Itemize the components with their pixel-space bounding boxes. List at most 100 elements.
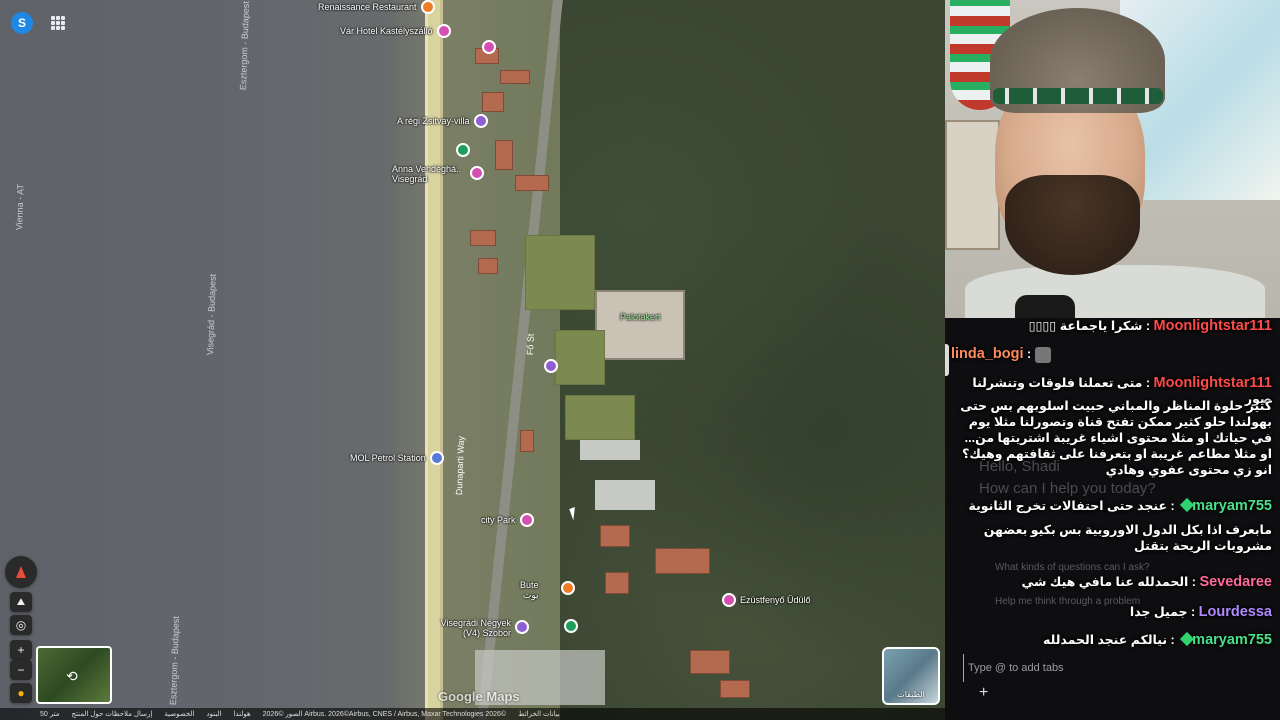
map-footer: 50 متر إرسال ملاحظات حول المنتج الخصوصية…	[0, 708, 945, 720]
chat-message: Moonlightstar111 : شكرا ياجماعة ▯▯▯▯	[950, 318, 1272, 334]
footer-link[interactable]: بيانات الخرائط	[518, 710, 560, 718]
compass-button[interactable]	[5, 556, 37, 588]
chat-username[interactable]: Lourdessa	[1199, 604, 1272, 620]
chat-sep: :	[1167, 499, 1179, 513]
wall-frame	[945, 120, 1000, 250]
chat-sep: :	[1187, 605, 1199, 619]
road-label-fo-st: Fő St	[525, 333, 536, 356]
chat-text: عنجد حتى احتفالات تخرج الثانوية	[968, 499, 1168, 513]
river-label-vienna: Vienna - AT	[14, 183, 26, 231]
hotel-pin-icon[interactable]	[470, 166, 484, 180]
footer-link[interactable]: الخصوصية	[164, 710, 194, 718]
zoom-in-button[interactable]: +	[10, 640, 32, 660]
footer-link[interactable]: البنود	[206, 710, 221, 718]
emote-icon	[1034, 346, 1051, 363]
chat-username[interactable]: maryam755	[1192, 498, 1272, 514]
poi-city-park[interactable]: city Park	[481, 513, 534, 527]
building	[482, 92, 504, 112]
fuel-pin-icon	[429, 451, 444, 465]
park-pin-icon[interactable]	[456, 143, 470, 157]
stream-chat: Hello, Shadi How can I help you today? W…	[945, 318, 1280, 720]
poi-label: Bute	[520, 580, 539, 590]
poi-label: Vár Hotel Kastélyszálló	[340, 26, 433, 36]
pegman-icon: ●	[17, 686, 25, 700]
hotel-pin-icon	[722, 593, 736, 607]
chat-message: maryam755 : نيالكم عنجد الحمدلله	[950, 631, 1272, 648]
building	[690, 650, 730, 674]
google-maps-watermark: Google Maps	[438, 689, 520, 704]
chat-sep: :	[1142, 319, 1154, 333]
chat-username[interactable]: Sevedaree	[1199, 574, 1272, 590]
garden	[565, 395, 635, 440]
landmark-pin-icon	[473, 114, 488, 128]
restaurant-pin-icon	[420, 0, 435, 14]
poi-negyek[interactable]: Visegrádi Négyek (V4) Szobor	[436, 618, 511, 638]
poi-anna[interactable]: Anna Vendéghá.. Visegrád	[392, 164, 472, 184]
chat-message: Sevedaree : الحمدلله عنا مافي هيك شي	[950, 574, 1272, 590]
chat-username[interactable]: maryam755	[1192, 632, 1272, 648]
poi-label: city Park	[481, 515, 516, 525]
poi-renaissance[interactable]: Renaissance Restaurant	[318, 0, 435, 14]
poi-var-hotel[interactable]: Vár Hotel Kastélyszálló	[340, 24, 451, 38]
add-button[interactable]: +	[979, 684, 988, 702]
my-location-button[interactable]: ◎	[10, 615, 32, 635]
layers-label: الطبقات	[897, 690, 925, 699]
chat-text: مابعرف اذا بكل الدول الاوروبية بس بكيو ب…	[983, 523, 1272, 553]
chat-message-continued: كثير حلوة المناظر والمباني حبيت اسلوبهم …	[950, 398, 1272, 478]
compass-icon	[16, 566, 26, 578]
layers-button[interactable]: الطبقات	[882, 647, 940, 705]
tilt-button[interactable]: ⛰	[10, 592, 32, 612]
poi-bute[interactable]: Bute بوت	[520, 580, 539, 601]
footer-link[interactable]: هولندا	[233, 710, 250, 718]
suggestion-chip[interactable]: What kinds of questions can I ask?	[995, 562, 1150, 573]
danube-river	[0, 0, 420, 720]
rotate-360-icon: ⟲	[66, 668, 78, 684]
road-label-dunaparti: Dunaparti Way	[454, 435, 467, 496]
footer-link[interactable]: إرسال ملاحظات حول المنتج	[71, 710, 152, 718]
panel-handle[interactable]	[945, 344, 949, 376]
chat-message: Lourdessa : جميل جدا	[950, 604, 1272, 620]
chat-sep: :	[1142, 376, 1154, 390]
account-avatar[interactable]: S	[11, 12, 33, 34]
poi-label: A régi Zsitvay-villa	[397, 116, 470, 126]
street-view-thumbnail[interactable]: ⟲	[36, 646, 112, 704]
poi-label-ar: بوت	[522, 590, 539, 600]
poi-palotakert[interactable]: Palotakert	[620, 312, 661, 322]
chat-text: شكرا ياجماعة ▯▯▯▯	[1028, 319, 1143, 333]
royal-palace	[595, 290, 685, 360]
building	[495, 140, 513, 170]
chat-username[interactable]: Moonlightstar111	[1154, 375, 1272, 391]
main-road	[425, 0, 443, 720]
landmark-pin-icon[interactable]	[515, 620, 529, 634]
chat-message: linda_bogi :	[951, 346, 1272, 363]
garden	[525, 235, 595, 310]
building	[655, 548, 710, 574]
building	[515, 175, 549, 191]
zoom-out-button[interactable]: −	[10, 660, 32, 680]
apps-grid-icon[interactable]	[51, 16, 65, 30]
park-pin-icon	[519, 513, 534, 527]
building	[478, 258, 498, 274]
satellite-map[interactable]: Esztergom - Budapest Visegrád - Budapest…	[0, 0, 945, 720]
poi-label: Anna Vendéghá.. Visegrád	[392, 164, 462, 184]
poi-ezust[interactable]: Ezüstfenyő Üdülő	[722, 593, 811, 607]
chat-username[interactable]: linda_bogi	[951, 346, 1024, 362]
poi-mol[interactable]: MOL Petrol Station	[350, 451, 444, 465]
landmark-pin-icon[interactable]	[544, 359, 558, 373]
chat-sep: :	[1167, 633, 1179, 647]
hotel-pin-icon[interactable]	[482, 40, 496, 54]
poi-zsitvay[interactable]: A régi Zsitvay-villa	[397, 114, 488, 128]
assistant-input[interactable]: Type @ to add tabs	[963, 654, 1273, 682]
building	[720, 680, 750, 698]
pegman-button[interactable]: ●	[10, 683, 32, 703]
scale-bar: 50 متر	[40, 711, 60, 718]
building	[600, 525, 630, 547]
assistant-prompt: How can I help you today?	[979, 480, 1156, 497]
forest-area	[560, 0, 945, 720]
chat-username[interactable]: Moonlightstar111	[1154, 318, 1272, 334]
park-pin-icon[interactable]	[564, 619, 578, 633]
poi-label: Visegrádi Négyek (V4) Szobor	[440, 618, 511, 638]
streamer-headband	[993, 88, 1163, 104]
restaurant-pin-icon[interactable]	[561, 581, 575, 595]
streamer-beard	[1005, 175, 1140, 275]
